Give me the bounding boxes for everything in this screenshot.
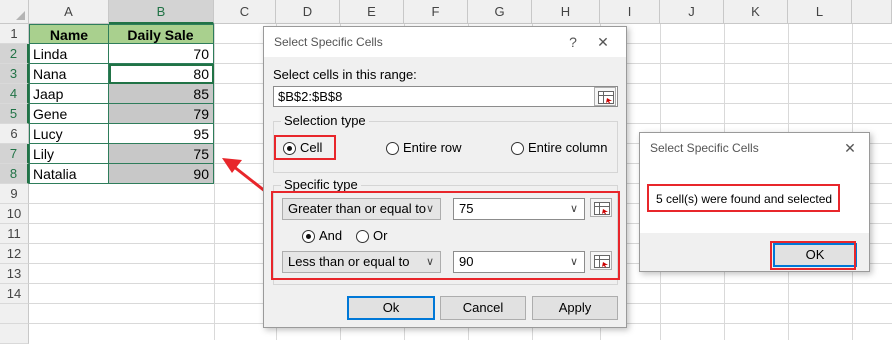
column-header-a[interactable]: A [29,0,109,24]
condition2-operator: Less than or equal to [288,254,410,269]
row-header-12[interactable]: 12 [0,244,29,264]
column-header-b[interactable]: B [109,0,214,24]
radio-dot [283,142,296,155]
select-all-corner[interactable] [0,0,29,24]
radio-entire-column-label: Entire column [528,140,608,155]
result-dialog: Select Specific Cells ✕ 5 cell(s) were f… [639,132,870,272]
row-header-15[interactable] [0,304,29,324]
radio-dot [356,230,369,243]
row-header-3[interactable]: 3 [0,64,29,84]
radio-entire-column[interactable]: Entire column [511,140,607,158]
close-icon[interactable]: ✕ [590,27,616,57]
column-header-e[interactable]: E [340,0,404,24]
chevron-down-icon: ∨ [569,203,578,215]
row-header-6[interactable]: 6 [0,124,29,144]
condition1-value-input[interactable]: 75 ∨ [453,198,585,220]
row-header-4[interactable]: 4 [0,84,29,104]
radio-cell[interactable]: Cell [283,140,322,158]
name-cell[interactable]: Nana [29,64,109,84]
name-cell[interactable]: Lucy [29,124,109,144]
radio-entire-row[interactable]: Entire row [386,140,462,158]
condition1-picker-button[interactable] [590,198,612,217]
radio-cell-label: Cell [300,140,323,155]
row-header-2[interactable]: 2 [0,44,29,64]
apply-button[interactable]: Apply [532,296,618,320]
row-header-5[interactable]: 5 [0,104,29,124]
sale-cell[interactable]: 70 [109,44,214,64]
row-header-10[interactable]: 10 [0,204,29,224]
sale-cell-active[interactable]: 80 [109,64,214,84]
column-header-g[interactable]: G [468,0,532,24]
radio-dot [511,142,524,155]
condition2-operator-select[interactable]: Less than or equal to ∨ [282,251,441,273]
condition1-value: 75 [459,201,474,216]
sale-cell-selected[interactable]: 79 [109,104,214,124]
condition2-picker-button[interactable] [590,251,612,270]
condition1-operator: Greater than or equal to [288,201,427,216]
column-header-m[interactable] [852,0,892,24]
sale-cell-selected[interactable]: 90 [109,164,214,184]
name-cell[interactable]: Jaap [29,84,109,104]
sale-cell-selected[interactable]: 85 [109,84,214,104]
name-cell[interactable]: Lily [29,144,109,164]
condition2-value: 90 [459,254,474,269]
column-header-l[interactable]: L [788,0,852,24]
result-message-area: 5 cell(s) were found and selected [640,163,869,233]
column-header-k[interactable]: K [724,0,788,24]
result-ok-button[interactable]: OK [773,243,857,267]
column-header-j[interactable]: J [660,0,724,24]
radio-and-label: And [319,228,343,243]
chevron-down-icon: ∨ [425,203,434,215]
grid-line [214,24,215,340]
condition2-value-input[interactable]: 90 ∨ [453,251,585,273]
range-picker-icon [594,255,610,268]
sale-cell-selected[interactable]: 75 [109,144,214,164]
column-header-f[interactable]: F [404,0,468,24]
cancel-button[interactable]: Cancel [440,296,526,320]
row-header-9[interactable]: 9 [0,184,29,204]
row-header-1[interactable]: 1 [0,24,29,44]
result-dialog-title: Select Specific Cells [640,133,869,163]
selection-type-title: Selection type [281,113,369,128]
select-specific-cells-dialog: Select Specific Cells ? ✕ Select cells i… [263,26,627,328]
radio-dot [302,230,315,243]
name-cell[interactable]: Gene [29,104,109,124]
range-picker-button[interactable] [594,87,616,106]
column-header-c[interactable]: C [214,0,276,24]
row-header-7[interactable]: 7 [0,144,29,164]
radio-dot [386,142,399,155]
range-picker-icon [598,91,614,104]
specific-type-title: Specific type [281,177,361,192]
row-header-14[interactable]: 14 [0,284,29,304]
condition1-operator-select[interactable]: Greater than or equal to ∨ [282,198,441,220]
chevron-down-icon: ∨ [569,256,578,268]
range-label: Select cells in this range: [273,67,417,82]
row-header-16[interactable] [0,324,29,344]
header-cell-daily-sale[interactable]: Daily Sale [109,24,214,44]
column-header-d[interactable]: D [276,0,340,24]
result-message: 5 cell(s) were found and selected [656,192,833,206]
close-icon[interactable]: ✕ [837,133,863,163]
row-header-11[interactable]: 11 [0,224,29,244]
radio-and[interactable]: And [302,228,342,246]
radio-entire-row-label: Entire row [403,140,462,155]
name-cell[interactable]: Natalia [29,164,109,184]
help-icon[interactable]: ? [560,27,586,57]
radio-or-label: Or [373,228,388,243]
radio-or[interactable]: Or [356,228,387,246]
row-header-13[interactable]: 13 [0,264,29,284]
sale-cell[interactable]: 95 [109,124,214,144]
range-input[interactable]: $B$2:$B$8 [273,86,618,107]
chevron-down-icon: ∨ [425,256,434,268]
column-header-h[interactable]: H [532,0,600,24]
header-cell-name[interactable]: Name [29,24,109,44]
column-header-i[interactable]: I [600,0,660,24]
row-header-8[interactable]: 8 [0,164,29,184]
name-cell[interactable]: Linda [29,44,109,64]
ok-button[interactable]: Ok [347,296,435,320]
range-picker-icon [594,202,610,215]
